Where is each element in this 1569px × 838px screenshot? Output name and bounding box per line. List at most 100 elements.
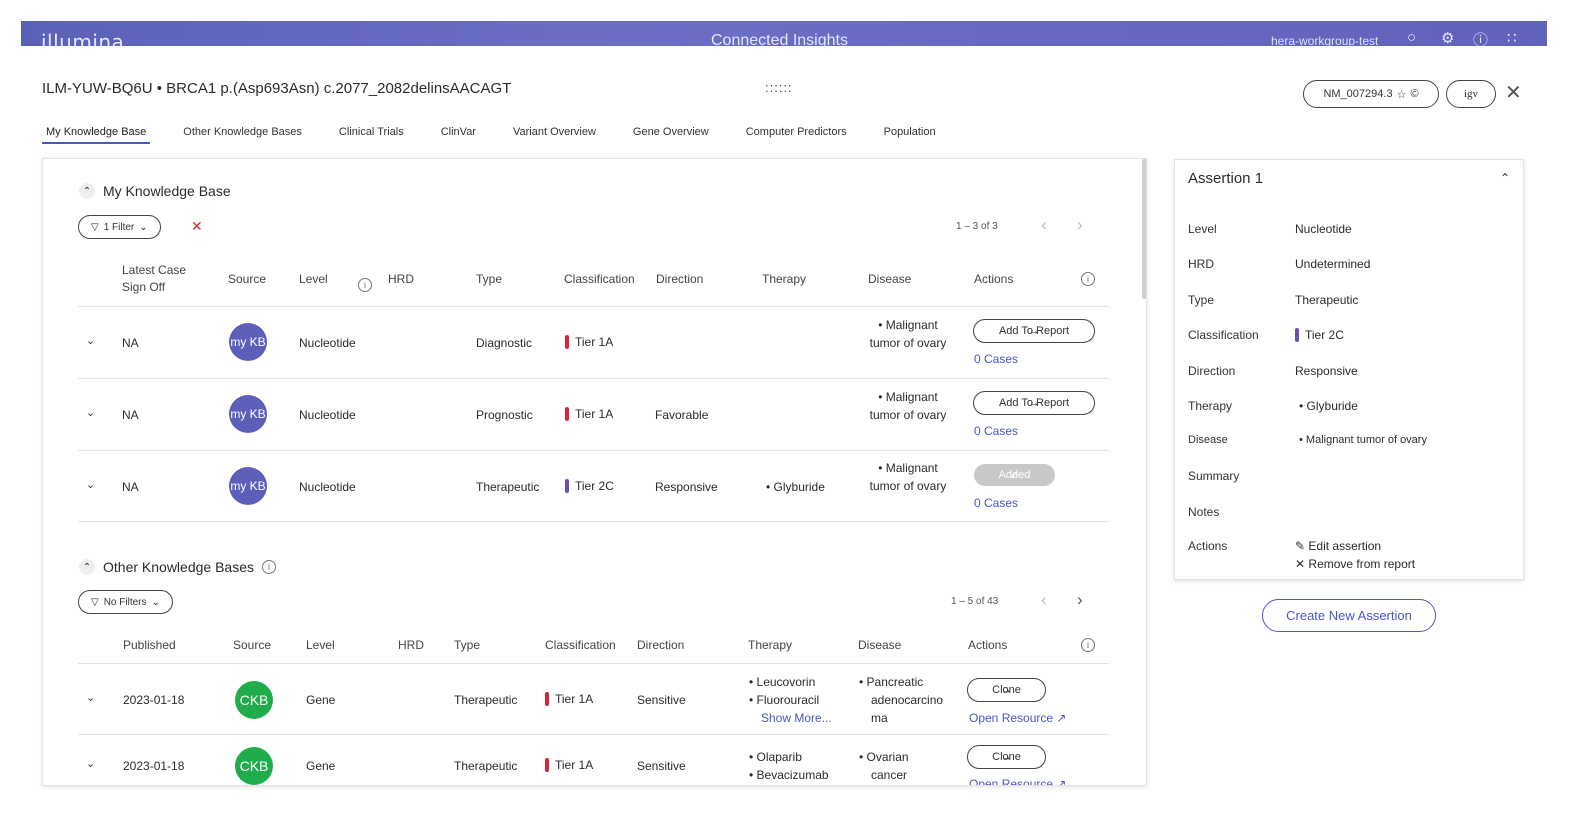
col-hrd: HRD	[388, 272, 414, 286]
sign-off: NA	[122, 408, 139, 422]
added-button[interactable]: ✓ Added	[974, 464, 1055, 486]
create-new-assertion-button[interactable]: Create New Assertion	[1262, 599, 1436, 632]
type: Therapeutic	[476, 480, 540, 494]
drag-handle-icon[interactable]: ::::::	[765, 80, 793, 95]
classification: Tier 1A	[545, 758, 593, 772]
filter-icon: ▽	[91, 596, 99, 608]
tab-gene-overview[interactable]: Gene Overview	[629, 124, 713, 144]
field-key: Actions	[1188, 539, 1228, 553]
link-label: Remove from report	[1308, 557, 1416, 571]
level: Nucleotide	[299, 408, 356, 422]
collapse-icon[interactable]: ⌃	[1500, 171, 1510, 185]
table-row[interactable]: ⌄ NA my KB Nucleotide Prognostic Tier 1A…	[78, 379, 1109, 451]
expand-row-icon[interactable]: ⌄	[86, 406, 95, 419]
open-resource-link[interactable]: Open Resource ↗	[969, 777, 1066, 785]
user-name[interactable]: hera-workgroup-test	[1271, 34, 1378, 46]
apps-grid-icon[interactable]: ∷	[1507, 29, 1517, 46]
info-icon[interactable]: i	[1081, 638, 1095, 652]
field-key: HRD	[1188, 257, 1214, 271]
remove-from-report-link[interactable]: ✕ Remove from report	[1295, 557, 1415, 571]
add-to-report-button[interactable]: Add To Report →	[973, 319, 1095, 343]
collapse-icon[interactable]: ⌃	[79, 183, 95, 199]
tier-marker	[565, 407, 569, 421]
cases-link[interactable]: 0 Cases	[974, 424, 1018, 438]
close-icon[interactable]: ✕	[1505, 80, 1522, 105]
clear-filter-icon[interactable]: ✕	[191, 218, 203, 235]
col-classification: Classification	[564, 272, 635, 286]
expand-row-icon[interactable]: ⌄	[86, 334, 95, 347]
tab-clinical-trials[interactable]: Clinical Trials	[335, 124, 408, 144]
table-row[interactable]: ⌄ NA my KB Nucleotide Diagnostic Tier 1A…	[78, 307, 1109, 379]
tab-my-knowledge-base[interactable]: My Knowledge Base	[42, 124, 151, 144]
gear-icon[interactable]: ⚙	[1441, 29, 1454, 46]
expand-row-icon[interactable]: ⌄	[86, 757, 95, 770]
table-row[interactable]: ⌄ 2023-01-18 CKB Gene Therapeutic Tier 1…	[78, 735, 1109, 785]
user-icon[interactable]: ○	[1407, 29, 1416, 46]
my-kb-section-header: ⌃ My Knowledge Base	[79, 183, 231, 199]
info-icon[interactable]: i	[261, 560, 276, 574]
edit-assertion-link[interactable]: ✎ Edit assertion	[1295, 539, 1381, 553]
disease-line: adenocarcino	[871, 693, 944, 707]
next-page-icon[interactable]: ›	[1077, 215, 1083, 235]
assertion-panel: Assertion 1 ⌃ Level Nucleotide HRD Undet…	[1174, 159, 1524, 580]
field-key: Classification	[1188, 328, 1259, 342]
col-disease: Disease	[858, 638, 902, 652]
info-icon[interactable]: i	[358, 278, 372, 292]
type: Therapeutic	[454, 693, 518, 707]
add-to-report-button[interactable]: Add To Report →	[973, 391, 1095, 415]
field-value: • Malignant tumor of ovary	[1299, 434, 1427, 446]
tier-marker	[565, 479, 569, 493]
tab-clinvar[interactable]: ClinVar	[437, 124, 480, 144]
arrow-right-icon: →	[1001, 684, 1012, 696]
tier-label: Tier 1A	[555, 758, 594, 772]
tier-label: Tier 1A	[555, 692, 594, 706]
therapy: • Glyburide	[766, 480, 825, 494]
info-icon[interactable]: i	[1081, 272, 1095, 286]
table-row[interactable]: ⌄ NA my KB Nucleotide Therapeutic Tier 2…	[78, 451, 1109, 522]
tab-computer-predictors[interactable]: Computer Predictors	[742, 124, 851, 144]
source-badge: my KB	[229, 395, 267, 433]
link-label: Edit assertion	[1308, 539, 1382, 553]
field-value: • Glyburide	[1299, 399, 1358, 413]
expand-row-icon[interactable]: ⌄	[86, 691, 95, 704]
col-therapy: Therapy	[748, 638, 793, 652]
tab-variant-overview[interactable]: Variant Overview	[509, 124, 600, 144]
therapy-item: • Fluorouracil	[749, 693, 820, 707]
field-key: Summary	[1188, 469, 1240, 483]
prev-page-icon[interactable]: ‹	[1041, 590, 1047, 610]
expand-row-icon[interactable]: ⌄	[86, 478, 95, 491]
col-published: Published	[123, 638, 176, 652]
cases-link[interactable]: 0 Cases	[974, 352, 1018, 366]
tier-marker	[545, 692, 549, 706]
tier-marker	[565, 335, 569, 349]
scrollbar[interactable]	[1142, 159, 1146, 299]
disease: • Malignant tumor of ovary	[869, 461, 947, 493]
tab-other-knowledge-bases[interactable]: Other Knowledge Bases	[179, 124, 306, 144]
prev-page-icon[interactable]: ‹	[1041, 215, 1047, 235]
filter-button[interactable]: ▽ 1 Filter ⌄	[78, 215, 161, 239]
arrow-right-icon: →	[1001, 751, 1012, 763]
tier-label: Tier 2C	[575, 479, 614, 493]
collapse-icon[interactable]: ⌃	[79, 559, 95, 575]
open-resource-link[interactable]: Open Resource ↗	[969, 711, 1066, 725]
col-sign-off: Latest Case Sign Off	[122, 263, 187, 294]
clone-button[interactable]: Clone →	[967, 745, 1046, 769]
tier-marker	[1295, 328, 1299, 342]
next-page-icon[interactable]: ›	[1077, 590, 1083, 610]
classification: Tier 1A	[565, 407, 613, 421]
igv-button[interactable]: igv	[1446, 80, 1496, 108]
help-icon[interactable]: ⓘ	[1473, 29, 1488, 46]
disease-line: ma	[871, 711, 888, 725]
tab-population[interactable]: Population	[880, 124, 940, 144]
published-date: 2023-01-18	[123, 693, 185, 707]
transcript-button[interactable]: NM_007294.3 ☆ ©	[1303, 80, 1439, 108]
field-key: Notes	[1188, 505, 1220, 519]
top-bar: illumina Connected Insights hera-workgro…	[21, 21, 1547, 46]
table-row[interactable]: ⌄ 2023-01-18 CKB Gene Therapeutic Tier 1…	[78, 664, 1109, 735]
cases-link[interactable]: 0 Cases	[974, 496, 1018, 510]
clone-button[interactable]: Clone →	[967, 678, 1046, 702]
filter-button[interactable]: ▽ No Filters ⌄	[78, 590, 173, 614]
tier-marker	[545, 758, 549, 772]
col-direction: Direction	[637, 638, 685, 652]
show-more-link[interactable]: Show More...	[761, 711, 832, 725]
